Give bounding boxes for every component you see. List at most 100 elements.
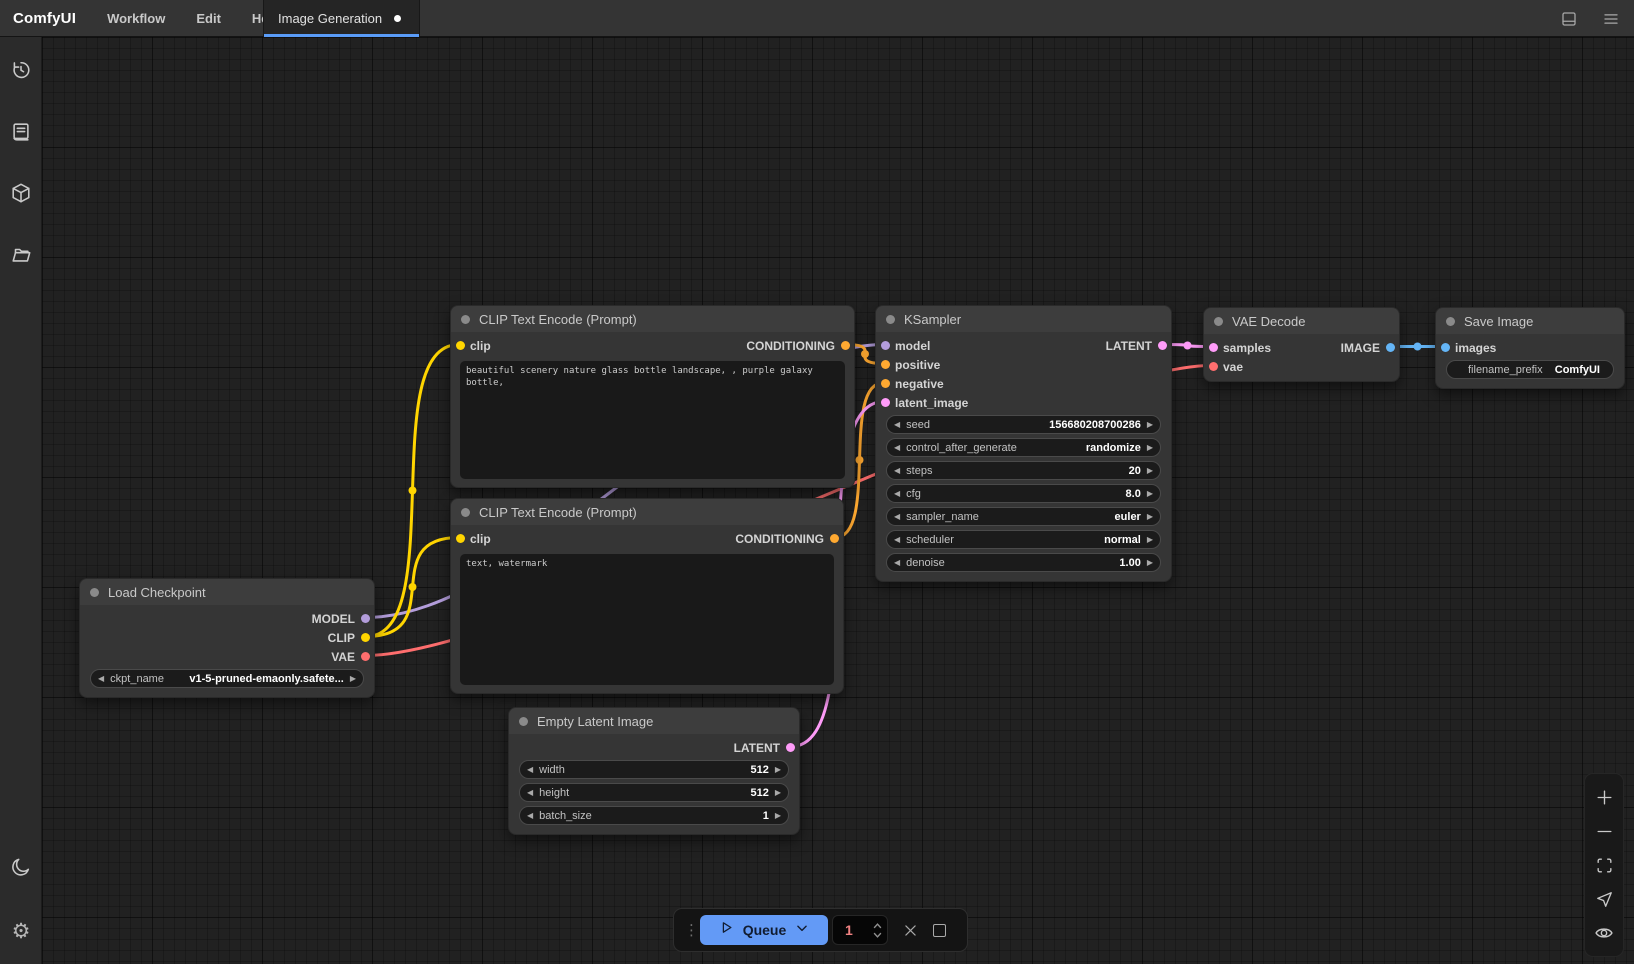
node-clip-text-encode-2[interactable]: CLIP Text Encode (Prompt)clipCONDITIONIN… [450, 498, 844, 694]
zoom-in-icon[interactable] [1590, 783, 1618, 811]
widget-batch_size[interactable]: ◀batch_size1▶ [519, 806, 789, 825]
output-port-MODEL[interactable] [361, 614, 370, 623]
widget-denoise[interactable]: ◀denoise1.00▶ [886, 553, 1161, 572]
increment-arrow-icon[interactable]: ▶ [1147, 444, 1153, 452]
menu-icon[interactable] [1602, 10, 1620, 28]
menu-edit[interactable]: Edit [196, 11, 221, 26]
increment-arrow-icon[interactable]: ▶ [1147, 536, 1153, 544]
node-empty-latent-image[interactable]: Empty Latent ImageLATENT◀width512▶◀heigh… [508, 707, 800, 835]
widget-filename_prefix[interactable]: filename_prefixComfyUI [1446, 360, 1614, 379]
fit-view-icon[interactable] [1590, 851, 1618, 879]
decrement-arrow-icon[interactable]: ◀ [98, 675, 104, 683]
select-mode-icon[interactable] [1590, 885, 1618, 913]
queue-button[interactable]: Queue [700, 915, 828, 945]
drag-handle[interactable]: ⋮ [684, 921, 696, 939]
decrement-arrow-icon[interactable]: ◀ [527, 812, 533, 820]
output-port-CONDITIONING[interactable] [830, 534, 839, 543]
output-port-LATENT[interactable] [786, 743, 795, 752]
widget-control_after_generate[interactable]: ◀control_after_generaterandomize▶ [886, 438, 1161, 457]
settings-gear-icon[interactable]: ⚙ [0, 911, 42, 951]
decrement-arrow-icon[interactable]: ◀ [894, 513, 900, 521]
node-header[interactable]: KSampler [876, 306, 1171, 332]
widget-height[interactable]: ◀height512▶ [519, 783, 789, 802]
output-label: CLIP [328, 631, 355, 645]
decrement-arrow-icon[interactable]: ◀ [527, 766, 533, 774]
input-port-images[interactable] [1441, 343, 1450, 352]
increment-arrow-icon[interactable]: ▶ [775, 812, 781, 820]
batch-count-stepper[interactable]: 1 [832, 915, 888, 945]
graph-canvas[interactable]: Load CheckpointMODELCLIPVAE◀ckpt_namev1-… [42, 37, 1634, 964]
decrement-arrow-icon[interactable]: ◀ [894, 490, 900, 498]
increment-arrow-icon[interactable]: ▶ [350, 675, 356, 683]
node-load-checkpoint[interactable]: Load CheckpointMODELCLIPVAE◀ckpt_namev1-… [79, 578, 375, 698]
collapse-dot[interactable] [461, 508, 470, 517]
increment-arrow-icon[interactable]: ▶ [1147, 513, 1153, 521]
app-logo[interactable]: ComfyUI [13, 10, 76, 27]
increment-arrow-icon[interactable]: ▶ [775, 789, 781, 797]
node-header[interactable]: CLIP Text Encode (Prompt) [451, 499, 843, 525]
output-port-CONDITIONING[interactable] [841, 341, 850, 350]
input-port-latent_image[interactable] [881, 398, 890, 407]
node-save-image[interactable]: Save Imageimagesfilename_prefixComfyUI [1435, 307, 1625, 389]
decrement-arrow-icon[interactable]: ◀ [894, 421, 900, 429]
output-port-VAE[interactable] [361, 652, 370, 661]
node-header[interactable]: VAE Decode [1204, 308, 1399, 334]
increment-arrow-icon[interactable]: ▶ [1147, 421, 1153, 429]
decrement-arrow-icon[interactable]: ◀ [894, 467, 900, 475]
input-port-negative[interactable] [881, 379, 890, 388]
bottom-panel-toggle-icon[interactable] [1560, 10, 1578, 28]
stepper-arrows[interactable] [873, 923, 882, 938]
node-header[interactable]: CLIP Text Encode (Prompt) [451, 306, 854, 332]
tab-image-generation[interactable]: Image Generation [263, 0, 420, 37]
input-port-clip[interactable] [456, 341, 465, 350]
collapse-dot[interactable] [1446, 317, 1455, 326]
widget-width[interactable]: ◀width512▶ [519, 760, 789, 779]
widget-scheduler[interactable]: ◀schedulernormal▶ [886, 530, 1161, 549]
node-header[interactable]: Save Image [1436, 308, 1624, 334]
input-port-positive[interactable] [881, 360, 890, 369]
menu-workflow[interactable]: Workflow [107, 11, 165, 26]
increment-arrow-icon[interactable]: ▶ [1147, 559, 1153, 567]
decrement-arrow-icon[interactable]: ◀ [894, 536, 900, 544]
collapse-dot[interactable] [461, 315, 470, 324]
decrement-arrow-icon[interactable]: ◀ [527, 789, 533, 797]
collapse-dot[interactable] [1214, 317, 1223, 326]
node-library-icon[interactable] [0, 112, 42, 152]
increment-arrow-icon[interactable]: ▶ [1147, 490, 1153, 498]
widget-steps[interactable]: ◀steps20▶ [886, 461, 1161, 480]
collapse-dot[interactable] [90, 588, 99, 597]
stop-button[interactable] [933, 924, 946, 937]
widget-cfg[interactable]: ◀cfg8.0▶ [886, 484, 1161, 503]
node-clip-text-encode-1[interactable]: CLIP Text Encode (Prompt)clipCONDITIONIN… [450, 305, 855, 488]
decrement-arrow-icon[interactable]: ◀ [894, 559, 900, 567]
widget-sampler_name[interactable]: ◀sampler_nameeuler▶ [886, 507, 1161, 526]
widget-seed[interactable]: ◀seed156680208700286▶ [886, 415, 1161, 434]
workflows-folder-icon[interactable] [0, 235, 42, 275]
increment-arrow-icon[interactable]: ▶ [775, 766, 781, 774]
collapse-dot[interactable] [519, 717, 528, 726]
widget-ckpt_name[interactable]: ◀ckpt_namev1-5-pruned-emaonly.safete...▶ [90, 669, 364, 688]
input-port-vae[interactable] [1209, 362, 1218, 371]
input-port-model[interactable] [881, 341, 890, 350]
prompt-textarea[interactable]: text, watermark [460, 554, 834, 685]
history-icon[interactable] [0, 50, 42, 90]
clear-queue-button[interactable] [902, 922, 919, 939]
output-port-CLIP[interactable] [361, 633, 370, 642]
node-ksampler[interactable]: KSamplermodelLATENTpositivenegativelaten… [875, 305, 1172, 582]
node-header[interactable]: Empty Latent Image [509, 708, 799, 734]
node-header[interactable]: Load Checkpoint [80, 579, 374, 605]
prompt-textarea[interactable]: beautiful scenery nature glass bottle la… [460, 361, 845, 479]
theme-moon-icon[interactable] [0, 847, 42, 887]
output-port-LATENT[interactable] [1158, 341, 1167, 350]
zoom-out-icon[interactable] [1590, 817, 1618, 845]
chevron-down-icon[interactable] [795, 921, 809, 940]
node-vae-decode[interactable]: VAE DecodesamplesIMAGEvae [1203, 307, 1400, 382]
model-library-icon[interactable] [0, 173, 42, 213]
output-port-IMAGE[interactable] [1386, 343, 1395, 352]
collapse-dot[interactable] [886, 315, 895, 324]
input-port-samples[interactable] [1209, 343, 1218, 352]
toggle-link-visibility-icon[interactable] [1590, 919, 1618, 947]
input-port-clip[interactable] [456, 534, 465, 543]
decrement-arrow-icon[interactable]: ◀ [894, 444, 900, 452]
increment-arrow-icon[interactable]: ▶ [1147, 467, 1153, 475]
